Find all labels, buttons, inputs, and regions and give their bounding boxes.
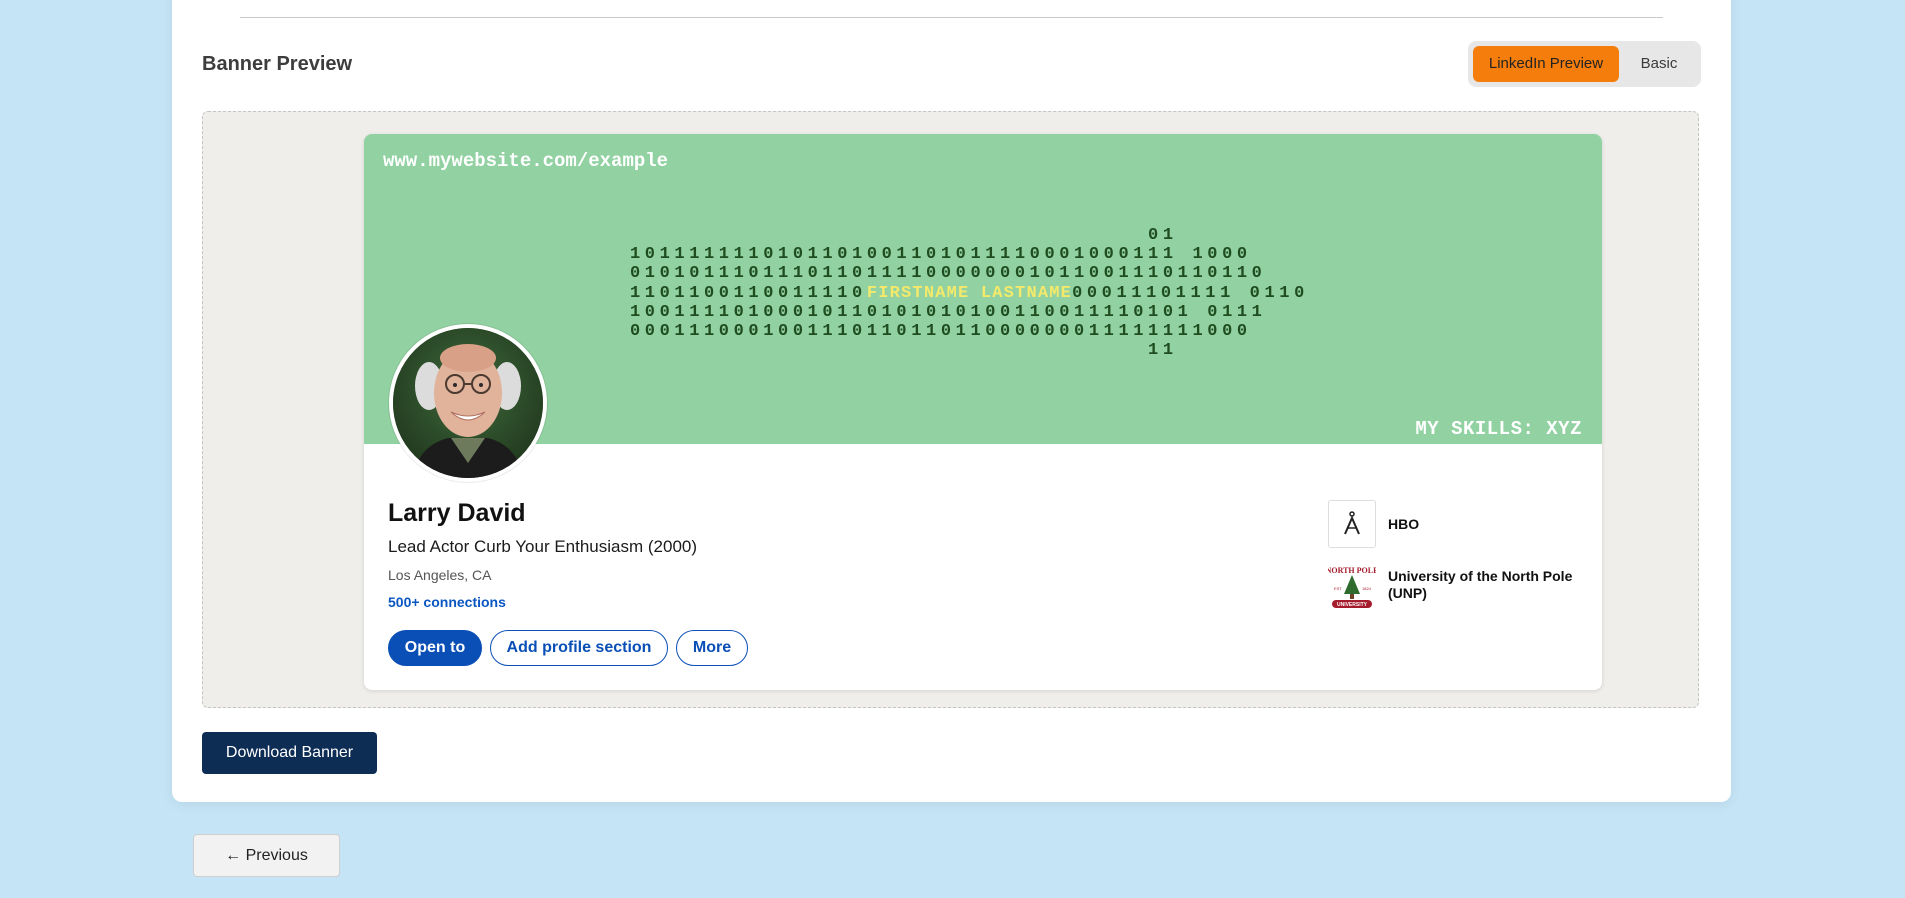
avatar (389, 324, 547, 482)
banner-url: www.mywebsite.com/example (383, 150, 669, 172)
main-card: Banner Preview LinkedIn Preview Basic ww… (172, 0, 1731, 802)
binary-line-1: 01 (630, 226, 1178, 245)
connections-link[interactable]: 500+ connections (388, 594, 506, 610)
profile-location: Los Angeles, CA (388, 567, 492, 583)
svg-text:EST: EST (1334, 586, 1342, 591)
profile-name: Larry David (388, 499, 526, 527)
banner-preview-area: www.mywebsite.com/example 01 10111111101… (202, 111, 1699, 708)
add-profile-section-button[interactable]: Add profile section (490, 630, 668, 666)
binary-line-2: 1011111110101101001101011110001000111 10… (630, 245, 1252, 265)
binary-line-5: 10011110100010110101010100110011110101 0… (630, 302, 1267, 322)
profile-headline: Lead Actor Curb Your Enthusiasm (2000) (388, 537, 698, 556)
svg-text:NORTH POLE: NORTH POLE (1328, 566, 1376, 575)
banner-image: www.mywebsite.com/example 01 10111111101… (364, 134, 1602, 444)
open-to-button[interactable]: Open to (388, 630, 482, 666)
banner-skills: MY SKILLS: XYZ (1415, 418, 1582, 440)
previous-button[interactable]: ← Previous (193, 834, 340, 877)
linkedin-preview-tab[interactable]: LinkedIn Preview (1473, 46, 1619, 82)
avatar-photo-icon (393, 328, 543, 478)
binary-line-6: 0001110001001110110110110000000111111110… (630, 322, 1252, 342)
hbo-logo-icon (1328, 500, 1376, 548)
svg-text:1824: 1824 (1362, 586, 1372, 591)
binary-line-3: 0101011101110110111100000001011001110110… (630, 264, 1267, 284)
binary-line-4-prefix: 1101100110011110 (630, 283, 867, 303)
north-pole-university-logo-icon: NORTH POLE EST 1824 UNIVERSITY (1326, 562, 1378, 610)
banner-name-highlight: FIRSTNAME LASTNAME (866, 283, 1073, 303)
basic-tab[interactable]: Basic (1622, 46, 1696, 82)
preview-mode-toggle: LinkedIn Preview Basic (1468, 41, 1701, 87)
more-button[interactable]: More (676, 630, 748, 666)
binary-pattern: 01 1011111110101101001101011110001000111… (630, 226, 1309, 360)
binary-line-7: 11 (630, 341, 1178, 361)
section-title: Banner Preview (202, 53, 353, 75)
org-name-hbo: HBO (1388, 516, 1420, 532)
svg-text:UNIVERSITY: UNIVERSITY (1337, 602, 1368, 608)
section-divider (240, 17, 1663, 18)
download-banner-button[interactable]: Download Banner (202, 732, 377, 774)
binary-line-4-suffix: 00011101111 0110 (1072, 283, 1309, 303)
linkedin-profile-card: www.mywebsite.com/example 01 10111111101… (364, 134, 1602, 690)
org-name-unp: University of the North Pole (UNP) (1388, 568, 1573, 601)
